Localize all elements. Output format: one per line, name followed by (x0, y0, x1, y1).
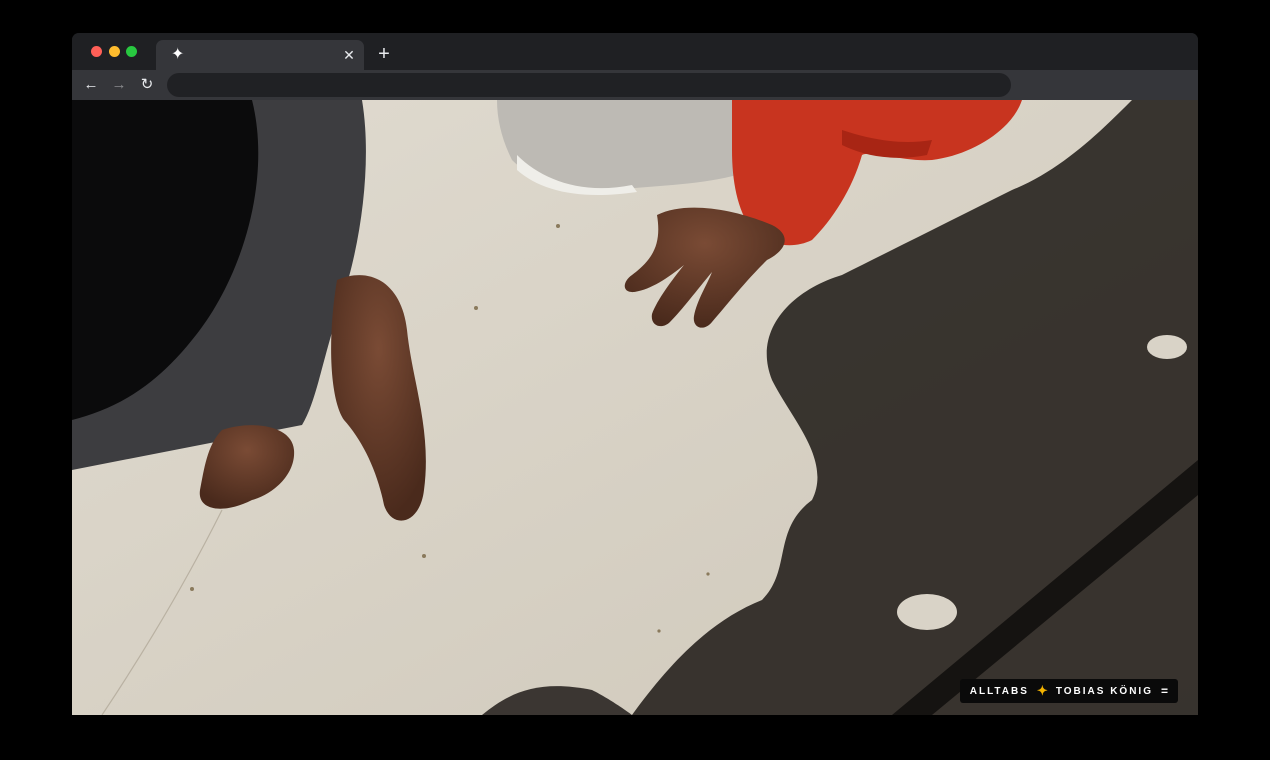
alltabs-credit-badge[interactable]: ALLTABS ✦ TOBIAS KÖNIG = (959, 679, 1178, 703)
sparkle-icon: ✦ (171, 46, 185, 63)
tab-bar: ✦ ✕ + (72, 33, 1198, 70)
back-arrow-icon[interactable]: ← (80, 74, 102, 96)
address-bar[interactable] (167, 73, 1011, 97)
tab-active[interactable]: ✦ ✕ (156, 40, 364, 70)
badge-author-label: TOBIAS KÖNIG (1055, 685, 1153, 697)
new-tab-button[interactable]: + (373, 43, 395, 65)
maximize-window-button[interactable] (126, 46, 137, 57)
menu-icon[interactable]: = (1161, 684, 1168, 698)
photo-floor-figures (72, 100, 1198, 715)
minimize-window-button[interactable] (109, 46, 120, 57)
tab-close-icon[interactable]: ✕ (340, 46, 358, 64)
forward-arrow-icon[interactable]: → (108, 74, 130, 96)
browser-toolbar: ← → ↻ (72, 70, 1198, 100)
new-tab-background-photo: ALLTABS ✦ TOBIAS KÖNIG = (72, 100, 1198, 715)
browser-window: ✦ ✕ + ← → ↻ ALLTABS ✦ TOBIAS KÖNIG = (72, 33, 1198, 715)
badge-brand-label: ALLTABS (969, 685, 1029, 697)
sparkle-icon: ✦ (1036, 683, 1048, 698)
reload-icon[interactable]: ↻ (136, 74, 158, 96)
close-window-button[interactable] (91, 46, 102, 57)
